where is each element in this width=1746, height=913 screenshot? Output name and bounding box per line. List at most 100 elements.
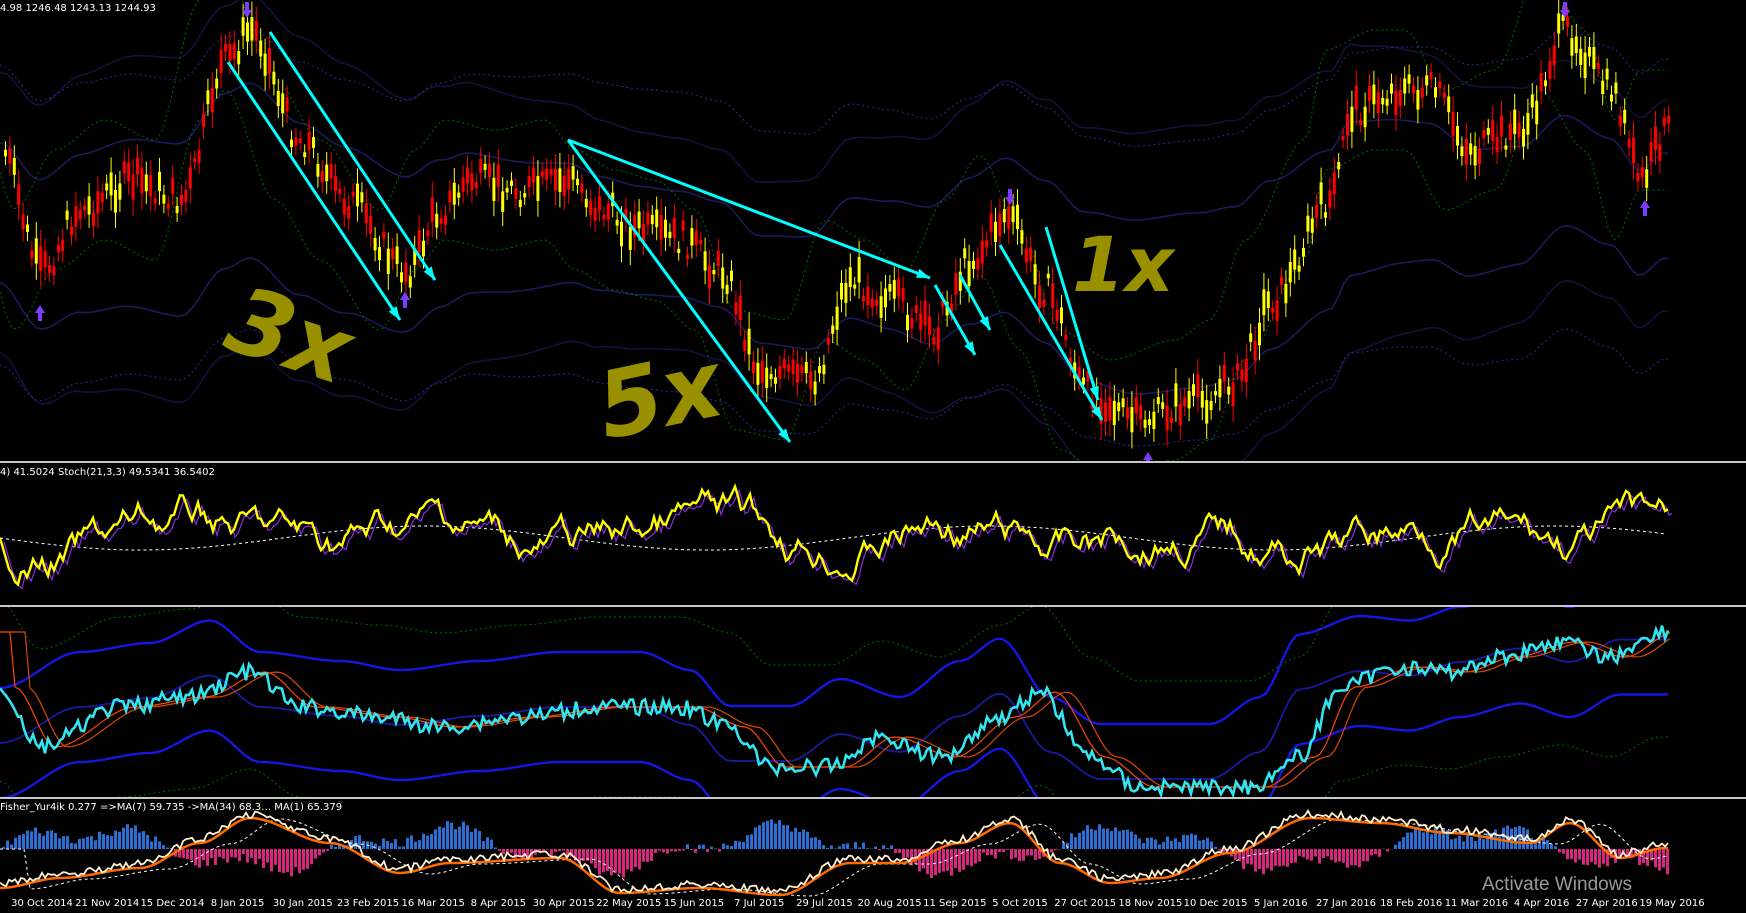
fisher-histogram-bar: [974, 849, 977, 864]
candle-body: [1297, 265, 1301, 272]
candle-body: [774, 377, 777, 384]
time-axis-label: 22 May 2015: [596, 898, 662, 909]
fisher-histogram-bar: [830, 845, 833, 849]
time-axis-label: 27 Apr 2016: [1575, 898, 1638, 909]
candle-body: [43, 251, 47, 268]
fisher-histogram-bar: [1354, 849, 1357, 866]
candle-body: [844, 282, 848, 303]
fisher-histogram-bar: [1010, 849, 1013, 860]
fisher-histogram-bar: [770, 819, 773, 849]
candle-body: [932, 336, 936, 345]
candle-body: [1227, 386, 1231, 395]
time-axis-label: 5 Oct 2015: [992, 898, 1048, 909]
candle-body: [294, 137, 298, 146]
fisher-histogram-bar: [30, 831, 33, 849]
fisher-histogram-bar: [478, 831, 481, 849]
time-axis-label: 18 Nov 2015: [1118, 898, 1183, 909]
candle-body: [219, 49, 223, 74]
candle-body: [813, 381, 817, 395]
candle-body: [202, 114, 205, 128]
candle-body: [1060, 307, 1063, 324]
fisher-histogram-bar: [714, 848, 717, 849]
time-axis-label: 30 Oct 2014: [11, 898, 73, 909]
fisher-histogram-bar: [14, 837, 17, 849]
candle-body: [672, 217, 676, 239]
fisher-histogram-bar: [354, 836, 357, 849]
candle-body: [426, 230, 430, 237]
candle-body: [734, 302, 738, 315]
candle-body: [1429, 71, 1433, 80]
candle-body: [307, 131, 311, 151]
candle-body: [34, 238, 38, 264]
candle-body: [470, 173, 474, 191]
candle-body: [598, 196, 601, 211]
fisher-histogram-bar: [306, 849, 309, 869]
fisher-histogram-bar: [442, 827, 445, 849]
fisher-histogram-bar: [226, 849, 229, 863]
fisher-histogram-bar: [1338, 849, 1341, 862]
candle-body: [347, 205, 351, 219]
fisher-histogram-bar: [1578, 849, 1581, 860]
candle-body: [1170, 417, 1173, 423]
fisher-histogram-bar: [682, 849, 685, 851]
candle-body: [408, 276, 412, 288]
fisher-histogram-bar: [558, 849, 561, 852]
candle-body: [1403, 78, 1407, 94]
fisher-histogram-bar: [1302, 849, 1305, 858]
fisher-histogram-bar: [66, 836, 69, 849]
fisher-histogram-bar: [854, 842, 857, 849]
rsi-bands-pane[interactable]: [0, 607, 1746, 797]
candle-body: [1174, 383, 1178, 407]
fisher-histogram-bar: [234, 849, 237, 858]
candle-body: [30, 250, 34, 259]
candle-body: [276, 90, 280, 106]
fisher-histogram-bar: [1654, 849, 1657, 868]
fisher-histogram-bar: [1414, 828, 1417, 849]
candle-body: [936, 327, 940, 350]
fisher-histogram-bar: [1018, 849, 1021, 862]
fisher-histogram-bar: [158, 841, 161, 849]
candle-body: [576, 178, 579, 186]
candle-body: [1394, 90, 1398, 116]
fisher-histogram-bar: [866, 848, 869, 849]
fisher-histogram-bar: [502, 849, 505, 855]
fisher-histogram-bar: [414, 841, 417, 849]
candle-body: [1328, 190, 1332, 208]
fisher-histogram-bar: [22, 834, 25, 849]
candle-body: [61, 239, 65, 252]
candle-body: [985, 240, 989, 248]
fisher-histogram-bar: [1106, 828, 1109, 849]
fisher-histogram-bar: [942, 849, 945, 872]
stochastic-pane[interactable]: 4) 41.5024 Stoch(21,3,3) 49.5341 36.5402: [0, 463, 1746, 605]
rsi-band-line: [0, 693, 1668, 797]
fisher-histogram-bar: [694, 849, 697, 853]
time-axis-label: 18 Feb 2016: [1380, 898, 1443, 909]
fisher-histogram-bar: [986, 849, 989, 856]
fisher-histogram-bar: [122, 827, 125, 849]
candle-body: [664, 219, 667, 238]
candle-body: [457, 192, 461, 198]
candle-body: [1029, 247, 1033, 261]
fisher-histogram-bar: [398, 846, 401, 849]
price-chart-pane[interactable]: 4.98 1246.48 1243.13 1244.93 3x 5x 1x: [0, 0, 1746, 461]
candle-body: [1262, 289, 1266, 316]
candle-body: [1583, 52, 1587, 79]
fisher-histogram-bar: [1598, 849, 1601, 868]
fisher-histogram-bar: [1062, 842, 1065, 849]
candle-body: [562, 175, 566, 196]
candle-body: [703, 251, 707, 271]
candle-body: [928, 316, 931, 335]
candle-body: [382, 231, 386, 239]
fisher-histogram-bar: [1322, 849, 1325, 859]
candle-body: [1126, 407, 1129, 419]
candle-body: [228, 44, 232, 62]
fisher-histogram-bar: [614, 849, 617, 873]
fisher-histogram-bar: [1190, 833, 1193, 849]
stoch-k-line: [0, 483, 1669, 587]
candle-body: [1183, 397, 1187, 407]
fisher-histogram-bar: [110, 835, 113, 849]
candle-body: [131, 174, 135, 200]
candle-body: [1104, 402, 1107, 422]
candle-body: [615, 219, 619, 226]
candle-body: [100, 192, 104, 203]
